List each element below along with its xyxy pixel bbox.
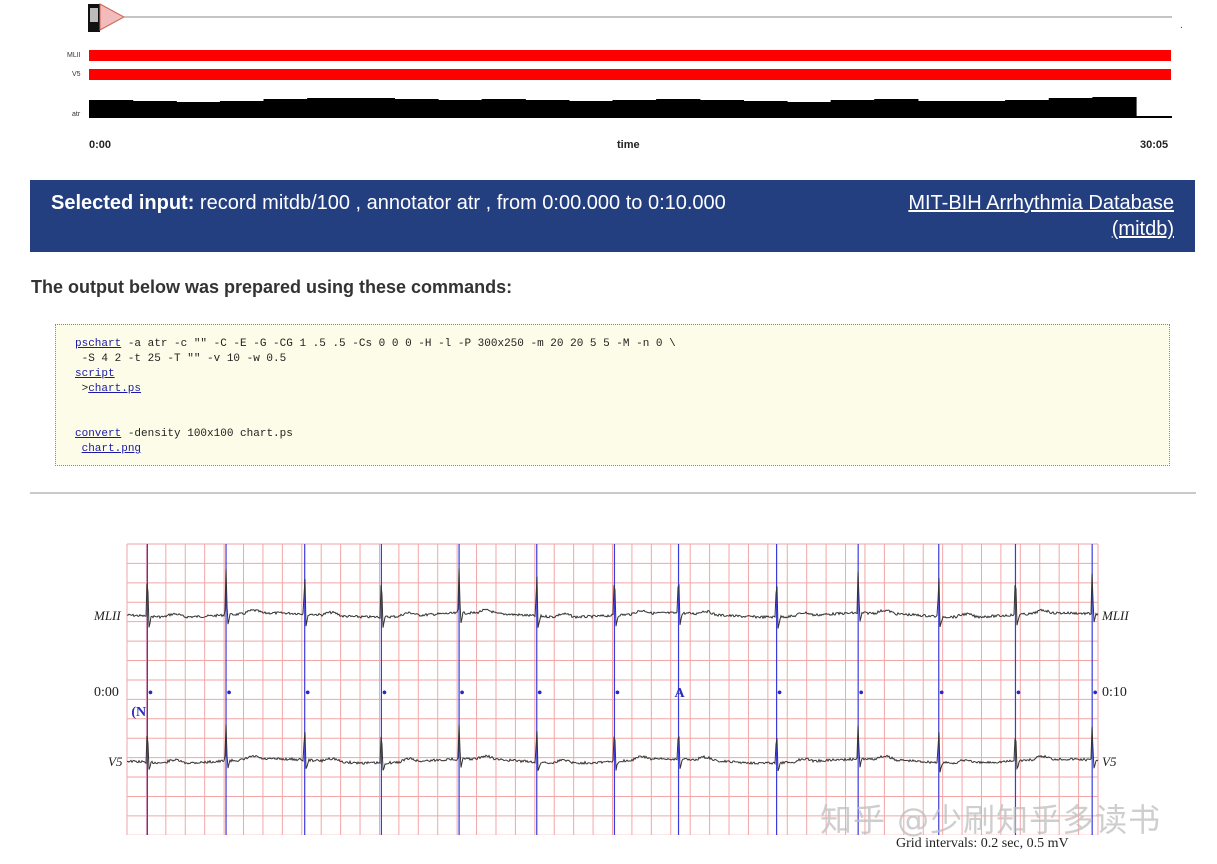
track-label-mlii: MLII <box>67 52 81 59</box>
annotation-dot: • <box>777 686 782 701</box>
annotation-dot: • <box>227 686 232 701</box>
time-axis-label: time <box>617 139 640 151</box>
atr-density-bar <box>961 101 1006 118</box>
atr-annotation-track <box>89 97 1172 118</box>
pschart-line-1: pschart -a atr -c "" -C -E -G -CG 1 .5 .… <box>75 337 676 352</box>
atr-density-bar <box>263 99 308 118</box>
atr-density-bar <box>612 100 657 118</box>
annotation-dot: • <box>148 686 153 701</box>
ecg-grid <box>126 543 1099 835</box>
annotation-dot: • <box>1093 686 1098 701</box>
annotation-dot: • <box>939 686 944 701</box>
chart-png-line: chart.png <box>75 442 141 457</box>
selected-input-label: Selected input: <box>51 192 195 214</box>
command-box: pschart -a atr -c "" -C -E -G -CG 1 .5 .… <box>55 324 1170 466</box>
annotation-dot: • <box>537 686 542 701</box>
ecg-chart: •(N• • • • • • A • • • • • MLII MLII V5 V5 0:00 0:1… <box>93 543 1129 835</box>
chart-time-end: 0:10 <box>1102 685 1127 700</box>
atr-density-bar <box>350 98 395 118</box>
atr-density-bar <box>917 101 963 118</box>
annotation-aux-label: (N <box>131 705 146 720</box>
range-slider-handle[interactable] <box>88 3 126 32</box>
overview-marker: . <box>1180 20 1183 31</box>
convert-args: -density 100x100 chart.ps <box>121 428 293 440</box>
pschart-line-2: -S 4 2 -t 25 -T "" -v 10 -w 0.5 <box>75 353 287 365</box>
atr-density-bar <box>830 100 875 118</box>
atr-density-bar <box>568 101 614 118</box>
atr-density-bar <box>307 98 352 118</box>
convert-link[interactable]: convert <box>75 428 121 440</box>
output-heading: The output below was prepared using thes… <box>31 277 513 297</box>
annotation-label-A: A <box>674 686 685 701</box>
atr-density-bar <box>787 102 832 118</box>
section-divider <box>30 492 1196 494</box>
database-link[interactable]: MIT-BIH Arrhythmia Database (mitdb) <box>854 190 1174 242</box>
atr-density-bar <box>1092 97 1137 118</box>
atr-density-bar <box>176 102 221 118</box>
chart-time-start: 0:00 <box>94 685 119 700</box>
track-label-v5: V5 <box>72 71 81 78</box>
convert-line: convert -density 100x100 chart.ps <box>75 427 293 442</box>
annotation-dot: • <box>305 686 310 701</box>
selected-input-description: record mitdb/100 , annotator atr , from … <box>199 192 726 214</box>
mlii-signal-bar[interactable] <box>89 50 1171 61</box>
atr-density-bar <box>394 99 439 118</box>
annotation-dot: • <box>1016 686 1021 701</box>
atr-density-bar <box>481 99 526 118</box>
script-line: script <box>75 367 115 382</box>
time-start-label: 0:00 <box>89 139 112 151</box>
atr-density-bar <box>438 100 483 118</box>
atr-density-bar <box>743 101 788 118</box>
chart-ps-link[interactable]: chart.ps <box>88 383 141 395</box>
atr-density-bar <box>132 101 177 118</box>
atr-density-bar <box>525 100 570 118</box>
annotation-dot: • <box>859 686 864 701</box>
atr-density-bar <box>656 99 701 118</box>
track-label-atr: atr <box>72 111 81 118</box>
signal-label-mlii-right: MLII <box>1101 608 1129 623</box>
time-end-label: 30:05 <box>1140 139 1169 151</box>
signal-label-v5-left: V5 <box>108 754 123 769</box>
watermark: 知乎 @少刷知乎多读书 <box>820 801 1162 839</box>
atr-density-bar <box>874 99 919 118</box>
overview-svg <box>88 3 1172 118</box>
annotation-dot: • <box>615 686 620 701</box>
signal-label-mlii-left: MLII <box>93 608 121 623</box>
atr-density-bar <box>1048 98 1093 118</box>
selected-input-banner: Selected input: record mitdb/100 , annot… <box>30 180 1195 252</box>
v5-signal-bar[interactable] <box>89 69 1171 80</box>
annotation-dot: • <box>460 686 465 701</box>
atr-density-bar <box>699 100 744 118</box>
overview-timeline: MLII V5 atr 0:00 time 30:05 . <box>0 0 1217 160</box>
annotation-dot: • <box>382 686 387 701</box>
chart-png-link[interactable]: chart.png <box>82 443 141 455</box>
redirect-prefix: > <box>75 383 89 395</box>
pschart-link[interactable]: pschart <box>75 338 121 350</box>
signal-label-v5-right: V5 <box>1102 754 1117 769</box>
atr-density-bar <box>89 100 134 118</box>
chart-ps-line: >chart.ps <box>75 382 141 397</box>
chart-png-prefix <box>75 443 82 455</box>
atr-density-bar <box>1005 100 1050 118</box>
selected-input-text: Selected input: record mitdb/100 , annot… <box>51 190 731 216</box>
grid-intervals-caption: Grid intervals: 0.2 sec, 0.5 mV <box>896 836 1069 851</box>
pschart-args-1: -a atr -c "" -C -E -G -CG 1 .5 .5 -Cs 0 … <box>121 338 676 350</box>
atr-density-bar <box>219 101 265 118</box>
script-link[interactable]: script <box>75 368 115 380</box>
